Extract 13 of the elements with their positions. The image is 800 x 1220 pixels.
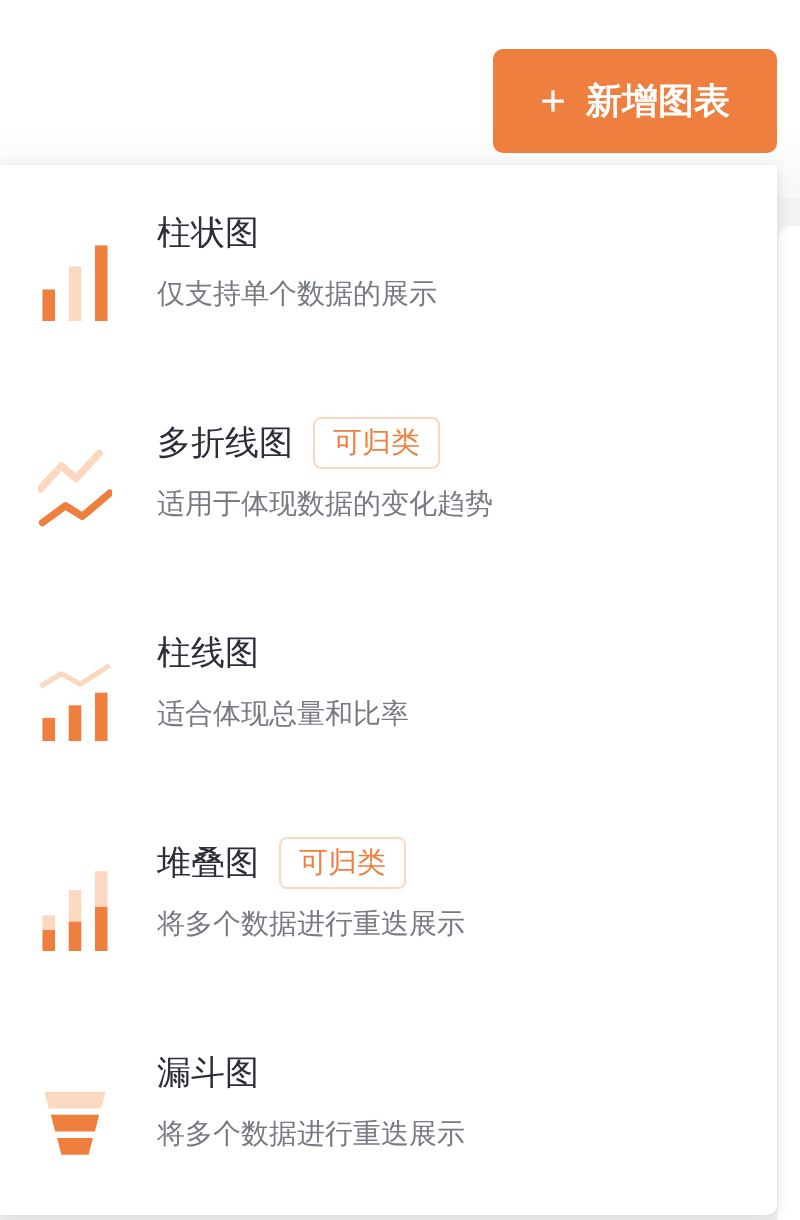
- chart-type-title[interactable]: 多折线图: [157, 420, 293, 466]
- chart-type-description: 适用于体现数据的变化趋势: [157, 486, 493, 522]
- chart-type-title[interactable]: 漏斗图: [157, 1050, 259, 1096]
- chart-type-description: 将多个数据进行重迭展示: [157, 906, 465, 942]
- plus-icon: [540, 88, 566, 114]
- categorizable-tag: 可归类: [279, 837, 406, 889]
- chart-type-title[interactable]: 柱状图: [157, 210, 259, 256]
- categorizable-tag: 可归类: [313, 417, 440, 469]
- chart-type-title[interactable]: 堆叠图: [157, 840, 259, 886]
- chart-type-description: 将多个数据进行重迭展示: [157, 1116, 465, 1152]
- chart-type-description: 仅支持单个数据的展示: [157, 276, 437, 312]
- chart-type-title[interactable]: 柱线图: [157, 630, 259, 676]
- chart-type-description: 适合体现总量和比率: [157, 696, 409, 732]
